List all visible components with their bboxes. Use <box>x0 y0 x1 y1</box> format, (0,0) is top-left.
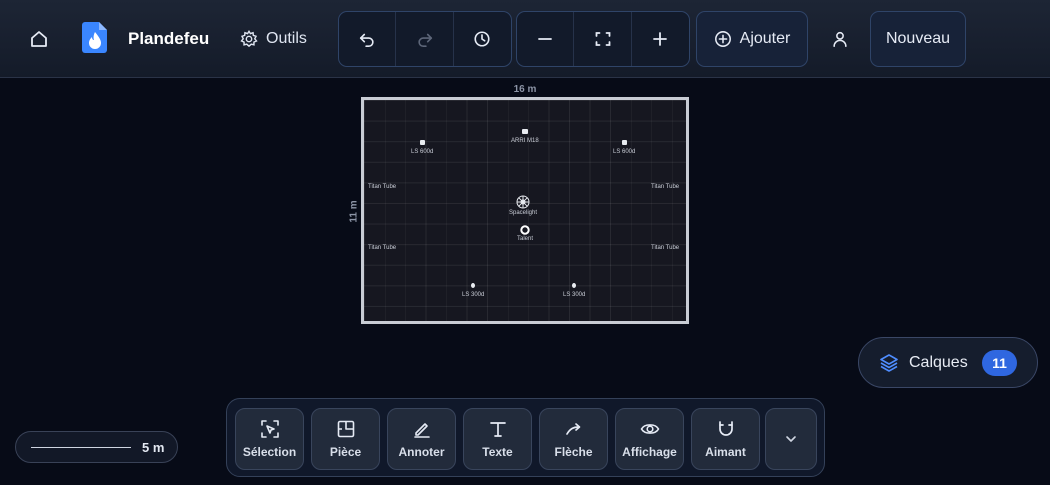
light-icon <box>521 129 528 134</box>
zoom-out-button[interactable] <box>517 12 575 66</box>
layers-count-badge: 11 <box>982 350 1017 376</box>
tools-button[interactable]: Outils <box>240 24 307 54</box>
layers-button[interactable]: Calques 11 <box>858 337 1038 388</box>
gear-icon <box>240 30 258 48</box>
fullscreen-icon <box>595 31 611 47</box>
clock-icon <box>473 30 491 48</box>
tool-label: Flèche <box>554 445 593 459</box>
fixture-label: Spacelight <box>509 210 538 216</box>
light-icon <box>471 283 476 288</box>
tool-label: Affichage <box>622 445 677 459</box>
text-icon <box>488 419 508 439</box>
light-icon <box>621 140 627 145</box>
history-group <box>338 11 512 67</box>
zoom-group <box>516 11 690 67</box>
history-button[interactable] <box>454 12 511 66</box>
tool-label: Sélection <box>242 445 297 459</box>
fixture-label: LS 300d <box>563 292 586 298</box>
top-bar: Plandefeu Outils Ajouter Nouveau <box>0 0 1050 78</box>
bottom-toolbar: Sélection Pièce Annoter Texte Flèche Aff… <box>226 398 825 477</box>
titan-tube-left-bottom[interactable]: Titan Tube <box>368 245 396 251</box>
fixture-label: Talent <box>517 236 534 242</box>
titan-tube-right-bottom[interactable]: Titan Tube <box>651 245 679 251</box>
fixture-label: LS 300d <box>462 292 485 298</box>
tool-label: Pièce <box>329 445 362 459</box>
tool-text[interactable]: Texte <box>463 408 532 470</box>
room-icon <box>336 419 356 439</box>
minus-icon <box>537 31 553 47</box>
magnet-icon <box>716 419 736 439</box>
fixture-spacelight[interactable]: Spacelight <box>509 195 537 216</box>
home-icon[interactable] <box>24 24 54 54</box>
tool-room[interactable]: Pièce <box>311 408 380 470</box>
room-plan[interactable]: LS 600d ARRI M18 LS 600d Titan Tube Tita… <box>361 97 689 324</box>
tool-annotate[interactable]: Annoter <box>387 408 456 470</box>
redo-button[interactable] <box>396 12 454 66</box>
scale-indicator: 5 m <box>15 431 178 463</box>
fixture-ls600d-left[interactable]: LS 600d <box>411 140 433 155</box>
layers-icon <box>879 353 899 373</box>
plus-icon <box>652 31 668 47</box>
fixture-ls300d-left[interactable]: LS 300d <box>462 283 484 298</box>
undo-button[interactable] <box>339 12 397 66</box>
add-button[interactable]: Ajouter <box>696 11 808 67</box>
app-name: Plandefeu <box>128 29 210 48</box>
tool-label: Aimant <box>705 445 746 459</box>
tool-label: Texte <box>482 445 513 459</box>
room-width-label: 16 m <box>513 84 537 95</box>
app-logo-icon <box>80 19 110 55</box>
new-button[interactable]: Nouveau <box>870 11 966 67</box>
titan-tube-right-top[interactable]: Titan Tube <box>651 184 679 190</box>
pencil-icon <box>412 419 432 439</box>
redo-icon <box>416 30 434 48</box>
selection-icon <box>260 419 280 439</box>
tool-arrow[interactable]: Flèche <box>539 408 608 470</box>
more-tools-button[interactable] <box>765 408 817 470</box>
tool-magnet[interactable]: Aimant <box>691 408 760 470</box>
fixture-arri-m18[interactable]: ARRI M18 <box>511 129 539 144</box>
titan-tube-left-top[interactable]: Titan Tube <box>368 184 396 190</box>
light-icon <box>572 283 577 288</box>
room-height-label: 11 m <box>348 200 360 223</box>
fixture-label: LS 600d <box>411 149 434 155</box>
talent-marker[interactable]: Talent <box>517 225 533 242</box>
chevron-down-icon <box>784 432 798 446</box>
scale-bar <box>31 447 131 448</box>
tools-label: Outils <box>266 30 307 47</box>
fixture-ls300d-right[interactable]: LS 300d <box>563 283 585 298</box>
talent-icon <box>520 225 530 235</box>
scale-label: 5 m <box>142 440 165 455</box>
fixture-label: ARRI M18 <box>511 138 539 144</box>
zoom-in-button[interactable] <box>632 12 689 66</box>
add-label: Ajouter <box>739 30 791 47</box>
fixture-ls600d-right[interactable]: LS 600d <box>613 140 635 155</box>
tool-display[interactable]: Affichage <box>615 408 684 470</box>
layers-label: Calques <box>909 353 968 371</box>
user-icon[interactable] <box>826 24 854 54</box>
arrow-icon <box>564 419 584 439</box>
spacelight-icon <box>516 195 530 209</box>
plus-circle-icon <box>714 30 732 48</box>
fixture-label: LS 600d <box>613 149 636 155</box>
tool-label: Annoter <box>398 445 445 459</box>
undo-icon <box>358 30 376 48</box>
fit-view-button[interactable] <box>574 12 632 66</box>
eye-icon <box>640 419 660 439</box>
tool-selection[interactable]: Sélection <box>235 408 304 470</box>
light-icon <box>419 140 425 145</box>
new-label: Nouveau <box>885 30 951 47</box>
